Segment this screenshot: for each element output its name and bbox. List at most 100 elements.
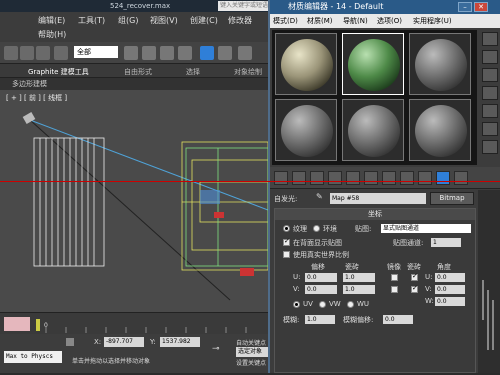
lock-icon[interactable] [66, 338, 74, 346]
tab-object-paint[interactable]: 对象绘制 [234, 67, 262, 77]
map-slot-label: 自发光: [274, 195, 298, 203]
rect-selection-icon[interactable] [160, 46, 174, 60]
y-coordinate-field[interactable]: 1537.982 [160, 337, 200, 347]
mapping-select[interactable]: 显式贴图通道 [381, 224, 471, 233]
x-label: X: [94, 338, 102, 346]
assign-to-selection-icon[interactable] [310, 171, 324, 185]
ribbon-subtab[interactable]: 多边形建模 [0, 78, 268, 90]
bind-spacewarp-icon[interactable] [54, 46, 68, 60]
menu-create[interactable]: 创建(C) [190, 15, 218, 26]
coordinates-rollout: 坐标 纹理 环境 贴图: 显式贴图通道 在背面显示贴图 贴图通道: 1 使用真实… [274, 208, 476, 373]
unlink-icon[interactable] [36, 46, 50, 60]
link-icon[interactable] [20, 46, 34, 60]
show-map-in-viewport-icon[interactable] [418, 171, 432, 185]
select-by-name-icon[interactable] [142, 46, 156, 60]
selection-filter-select[interactable]: 全部 [74, 46, 118, 58]
put-to-scene-icon[interactable] [292, 171, 306, 185]
u-tile-checkbox[interactable] [411, 272, 418, 281]
blur-input[interactable]: 1.0 [305, 315, 335, 324]
scale-icon[interactable] [238, 46, 252, 60]
sample-slot[interactable] [409, 99, 471, 161]
sample-slot-active[interactable] [342, 33, 404, 95]
get-material-icon[interactable] [274, 171, 288, 185]
sample-slot[interactable] [342, 99, 404, 161]
me-menu-options[interactable]: 选项(O) [377, 16, 402, 26]
map-name-input[interactable]: Map #58 [330, 193, 426, 204]
map-channel-input[interactable]: 1 [431, 238, 461, 247]
show-map-backside-checkbox[interactable] [283, 237, 290, 246]
v-tile-checkbox[interactable] [411, 284, 418, 293]
v-mirror-checkbox[interactable] [391, 286, 398, 293]
copy-material-icon[interactable] [346, 171, 360, 185]
menu-edit[interactable]: 编辑(E) [38, 15, 65, 26]
vw-label: VW [329, 300, 341, 308]
me-menu-material[interactable]: 材质(M) [307, 16, 333, 26]
minimize-icon[interactable]: – [458, 2, 472, 12]
key-icon[interactable]: ⊸ [212, 344, 228, 354]
wu-radio[interactable] [347, 301, 354, 308]
app-title: 524_recover.max [110, 2, 171, 10]
show-end-result-icon[interactable] [436, 171, 450, 185]
material-editor-title: 材质编辑器 - 14 - Default [288, 2, 384, 11]
menu-group[interactable]: 组(G) [118, 15, 138, 26]
set-key-button[interactable]: 设置关键点 [236, 358, 266, 367]
sample-slot[interactable] [409, 33, 471, 95]
timeline[interactable]: 0 [0, 312, 268, 334]
key-filter-select[interactable]: 选定对象 [236, 347, 268, 357]
make-preview-icon[interactable] [482, 122, 498, 136]
eyedropper-icon[interactable]: ✎ [316, 192, 326, 203]
auto-key-button[interactable]: 自动关键点 [236, 338, 266, 347]
me-menu-navigation[interactable]: 导航(N) [343, 16, 368, 26]
u-mirror-checkbox[interactable] [391, 274, 398, 281]
uv-tiling-icon[interactable] [482, 86, 498, 100]
sample-type-icon[interactable] [482, 32, 498, 46]
front-viewport[interactable]: [ + ] [ 前 ] [ 线框 ] [0, 90, 268, 312]
me-menu-modes[interactable]: 模式(D) [273, 16, 298, 26]
rollout-title[interactable]: 坐标 [275, 209, 475, 220]
time-slider-thumb[interactable] [4, 317, 30, 331]
close-icon[interactable]: ✕ [474, 2, 488, 12]
map-type-button[interactable]: Bitmap [430, 192, 474, 205]
move-icon[interactable] [200, 46, 214, 60]
vw-radio[interactable] [319, 301, 326, 308]
v-tiling-input[interactable]: 1.0 [343, 285, 375, 294]
go-to-parent-icon[interactable] [454, 171, 468, 185]
menu-tools[interactable]: 工具(T) [78, 15, 105, 26]
material-editor-scrollbar[interactable] [478, 190, 500, 373]
background-icon[interactable] [482, 68, 498, 82]
blur-offset-input[interactable]: 0.0 [383, 315, 413, 324]
real-world-scale-checkbox[interactable] [283, 251, 290, 258]
tab-graphite[interactable]: Graphite 建模工具 [28, 67, 89, 77]
menu-modifiers[interactable]: 修改器 [228, 15, 252, 26]
me-menu-utilities[interactable]: 实用程序(U) [413, 16, 452, 26]
u-tiling-input[interactable]: 1.0 [343, 273, 375, 282]
rotate-icon[interactable] [218, 46, 232, 60]
sample-slot[interactable] [275, 99, 337, 161]
window-crossing-icon[interactable] [178, 46, 192, 60]
tab-selection[interactable]: 选择 [186, 67, 200, 77]
v-angle-input[interactable]: 0.0 [435, 285, 465, 294]
v-offset-input[interactable]: 0.0 [305, 285, 337, 294]
w-angle-input[interactable]: 0.0 [435, 297, 465, 306]
search-input[interactable]: 键入关键字或短语 [218, 1, 268, 11]
material-id-icon[interactable] [400, 171, 414, 185]
tab-freeform[interactable]: 自由形式 [124, 67, 152, 77]
sample-slot[interactable] [275, 33, 337, 95]
undo-icon[interactable] [4, 46, 18, 60]
environ-radio[interactable] [313, 225, 320, 232]
x-coordinate-field[interactable]: -897.707 [104, 337, 144, 347]
u-angle-input[interactable]: 0.0 [435, 273, 465, 282]
put-to-library-icon[interactable] [382, 171, 396, 185]
u-offset-input[interactable]: 0.0 [305, 273, 337, 282]
make-unique-icon[interactable] [364, 171, 378, 185]
texture-radio[interactable] [283, 225, 290, 232]
menu-help[interactable]: 帮助(H) [38, 29, 66, 40]
select-object-icon[interactable] [124, 46, 138, 60]
uv-radio[interactable] [293, 301, 300, 308]
menu-views[interactable]: 视图(V) [150, 15, 178, 26]
video-color-check-icon[interactable] [482, 104, 498, 118]
backlight-icon[interactable] [482, 50, 498, 64]
maxscript-listener[interactable]: Max to Physcs [4, 351, 62, 363]
reset-map-icon[interactable] [328, 171, 342, 185]
options-icon[interactable] [482, 140, 498, 154]
